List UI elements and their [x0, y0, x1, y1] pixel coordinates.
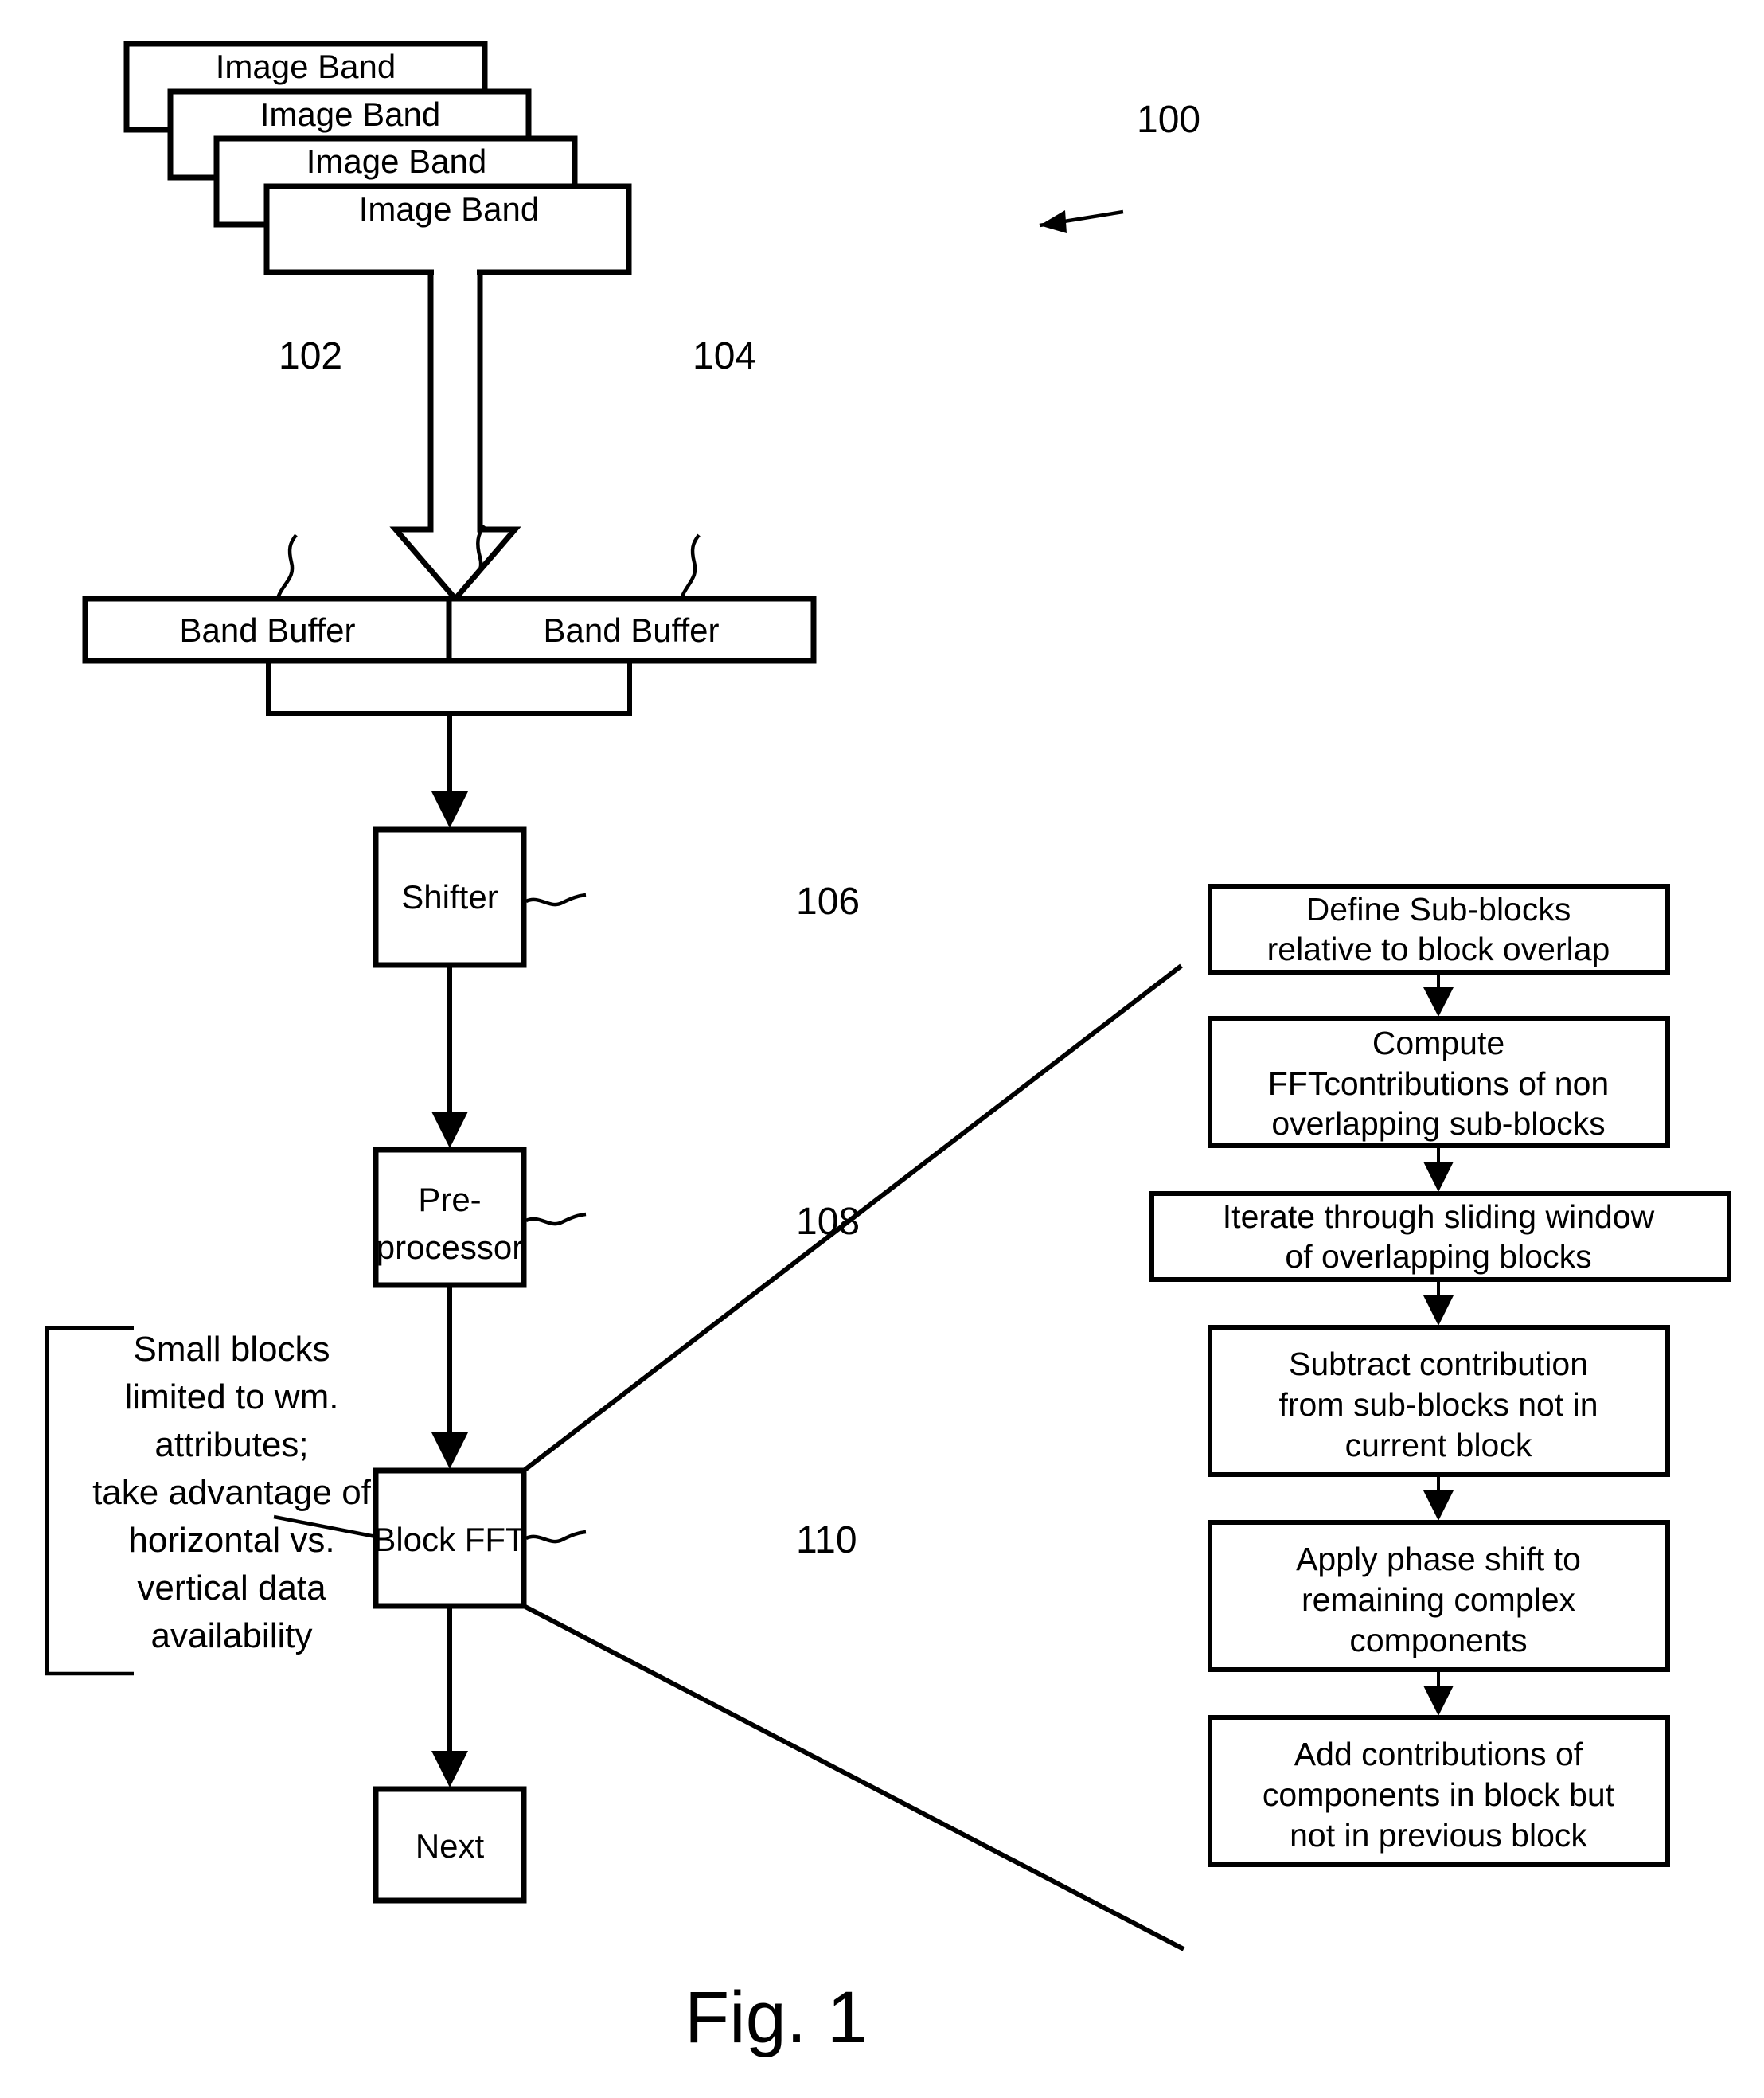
ref-104-label: 104	[693, 335, 756, 377]
flow-subtract-line-1: Subtract contribution	[1289, 1346, 1588, 1382]
patent-figure-1: Image Band Image Band Image Band Image B…	[0, 0, 1764, 2098]
image-band-label-3: Image Band	[306, 143, 487, 180]
next-node: Next	[373, 1786, 527, 1904]
ref-100-callout: 100	[1039, 99, 1200, 233]
shifter-input-arrowhead	[431, 791, 468, 828]
blockfft-to-next	[431, 1606, 468, 1787]
hollow-down-arrow	[389, 269, 521, 604]
shifter-node: Shifter 106	[373, 826, 860, 968]
flow-compute-line-3: overlapping sub-blocks	[1271, 1105, 1605, 1142]
flow-arrowhead-5-6	[1423, 1686, 1454, 1716]
flow-arrowhead-1-2	[1423, 987, 1454, 1017]
flow-compute-line-2: FFTcontributions of non	[1268, 1065, 1609, 1102]
preprocessor-label-line2: processor	[377, 1229, 523, 1266]
annotation-block: Small blocks limited to wm. attributes; …	[45, 1326, 377, 1676]
blockfft-expansion-lines	[522, 963, 1185, 1951]
expansion-line-top	[522, 963, 1183, 1473]
flow-phase-line-1: Apply phase shift to	[1296, 1541, 1581, 1577]
image-band-label-4: Image Band	[359, 190, 540, 228]
arrow-top-mask	[434, 263, 477, 277]
preprocessor-to-blockfft	[431, 1285, 468, 1469]
preprocessor-input-arrowhead	[431, 1112, 468, 1148]
ref-104-leader	[678, 533, 701, 602]
expansion-line-bottom	[522, 1604, 1185, 1951]
buffer-to-shifter-connector	[266, 661, 632, 828]
blockfft-label: Block FFT	[373, 1521, 525, 1558]
annotation-line-5: horizontal vs.	[128, 1521, 334, 1560]
flow-add-line-1: Add contributions of	[1294, 1736, 1583, 1772]
shifter-to-preprocessor	[431, 965, 468, 1148]
next-input-arrowhead	[431, 1751, 468, 1787]
flow-subtract-line-3: current block	[1345, 1427, 1532, 1463]
flow-iterate-line-1: Iterate through sliding window	[1223, 1198, 1655, 1235]
image-band-stack: Image Band Image Band Image Band Image B…	[123, 41, 632, 275]
flow-arrowhead-4-5	[1423, 1490, 1454, 1521]
flow-arrowhead-3-4	[1423, 1295, 1454, 1326]
flow-define-line-2: relative to block overlap	[1267, 931, 1610, 967]
annotation-line-2: limited to wm.	[125, 1377, 339, 1416]
next-label: Next	[416, 1827, 485, 1865]
image-band-to-buffer-arrow	[389, 263, 521, 604]
figure-canvas: Image Band Image Band Image Band Image B…	[45, 41, 1731, 2058]
flow-arrowhead-2-3	[1423, 1162, 1454, 1192]
ref-106-leader	[525, 893, 587, 907]
preprocessor-node: Pre- processor 108	[373, 1147, 860, 1288]
flowchart-steps: Define Sub-blocks relative to block over…	[1149, 884, 1731, 1867]
ref-100-label: 100	[1137, 99, 1200, 141]
flow-phase-line-2: remaining complex	[1302, 1581, 1576, 1618]
ref-100-arrowhead	[1040, 210, 1067, 233]
preprocessor-label-line1: Pre-	[418, 1181, 481, 1218]
ref-110-leader	[525, 1530, 587, 1544]
band-buffer-row: Band Buffer Band Buffer	[82, 596, 817, 664]
flow-add-line-2: components in block but	[1263, 1776, 1615, 1813]
flow-phase-line-3: components	[1349, 1622, 1527, 1658]
flow-iterate-line-2: of overlapping blocks	[1285, 1238, 1591, 1275]
band-buffer-label-right: Band Buffer	[543, 611, 719, 649]
figure-caption: Fig. 1	[685, 1977, 868, 2058]
flow-compute-line-1: Compute	[1372, 1025, 1504, 1061]
annotation-line-1: Small blocks	[134, 1330, 330, 1369]
annotation-line-3: attributes;	[154, 1425, 308, 1464]
ref-106-label: 106	[796, 881, 860, 923]
flow-add-line-3: not in previous block	[1290, 1817, 1587, 1854]
flow-define-line-1: Define Sub-blocks	[1306, 891, 1571, 928]
annotation-line-7: availability	[151, 1616, 313, 1655]
annotation-line-6: vertical data	[137, 1569, 326, 1608]
buffer-merge-bracket	[266, 661, 632, 716]
shifter-label: Shifter	[401, 878, 498, 916]
blockfft-node: Block FFT 110	[373, 1467, 857, 1609]
ref-102-label: 102	[279, 335, 342, 377]
ref-104-callout: 104	[678, 335, 756, 602]
ref-102-leader-actual	[275, 533, 298, 602]
ref-110-label: 110	[796, 1519, 857, 1561]
blockfft-input-arrowhead	[431, 1432, 468, 1469]
image-band-label-1: Image Band	[216, 48, 396, 85]
image-band-label-2: Image Band	[260, 96, 441, 133]
annotation-line-4: take advantage of	[92, 1473, 372, 1512]
band-buffer-label-left: Band Buffer	[179, 611, 355, 649]
flow-subtract-line-2: from sub-blocks not in	[1278, 1386, 1598, 1423]
ref-108-leader	[525, 1212, 587, 1226]
